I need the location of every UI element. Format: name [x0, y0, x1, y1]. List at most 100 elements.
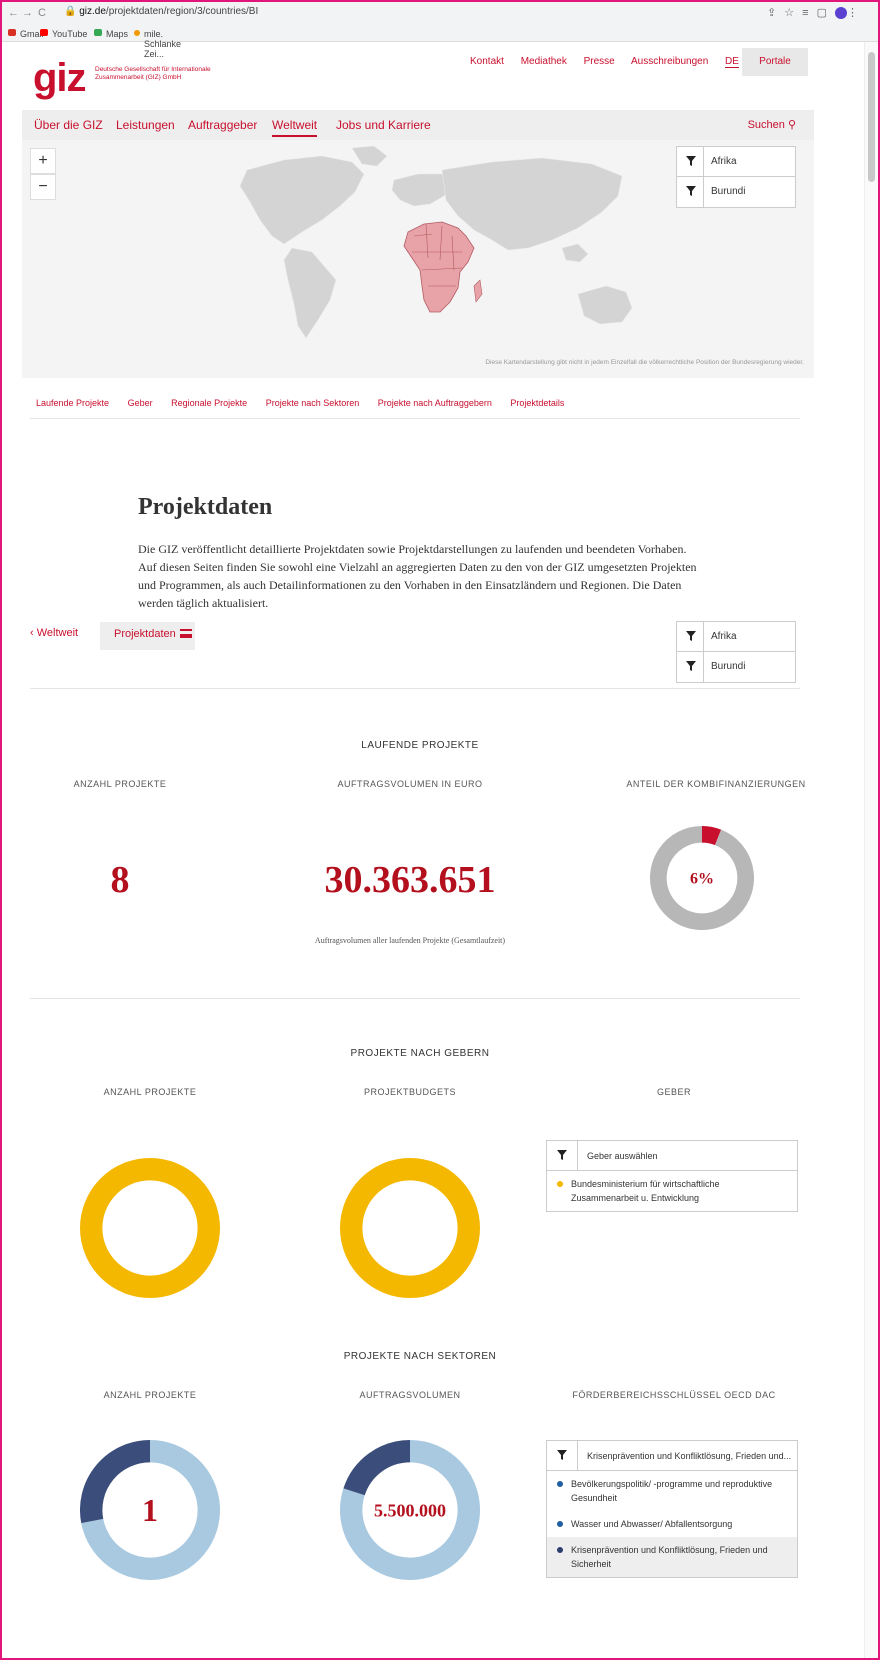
geber-anzahl-donut-segment[interactable]: [80, 1158, 220, 1298]
zoom-out-button[interactable]: −: [30, 174, 56, 200]
subnav-projektdetails[interactable]: Projektdetails: [510, 398, 564, 408]
page-title: Projektdaten: [138, 494, 273, 520]
bookmark-gmail[interactable]: Gmail: [8, 27, 44, 39]
sektor-legend-item[interactable]: Wasser und Abwasser/ Abfallentsorgung: [547, 1511, 797, 1537]
indonesia-shape: [561, 243, 589, 263]
projekte-nach-sektoren-heading: PROJEKTE NACH SEKTOREN: [343, 1351, 497, 1362]
bookmark-youtube[interactable]: YouTube: [40, 27, 87, 39]
reload-icon[interactable]: C: [38, 7, 46, 19]
subnav-laufende-projekte[interactable]: Laufende Projekte: [36, 398, 109, 408]
geber-anzahl-donut: [80, 1158, 220, 1298]
geber-select-dropdown[interactable]: Geber auswählen: [547, 1141, 797, 1171]
australia-shape: [577, 285, 633, 325]
kombi-donut-label: 6%: [690, 871, 714, 888]
bookmark-maps[interactable]: Maps: [94, 27, 128, 39]
portale-button[interactable]: Portale: [742, 48, 808, 76]
section-subnav: Laufende Projekte Geber Regionale Projek…: [36, 398, 580, 408]
oecd-dac-heading: FÖRDERBEREICHSSCHLÜSSEL OECD DAC: [572, 1390, 776, 1400]
sektoren-anzahl-heading: ANZAHL PROJEKTE: [103, 1390, 197, 1400]
search-label: Suchen: [747, 119, 785, 131]
auftragsvolumen-caption: Auftragsvolumen aller laufenden Projekte…: [314, 936, 506, 945]
link-mediathek[interactable]: Mediathek: [521, 56, 567, 67]
sektor-legend-label: Bevölkerungspolitik/ -programme und repr…: [571, 1479, 773, 1503]
geber-budget-donut: [340, 1158, 480, 1298]
sidepanel-icon[interactable]: ▢: [817, 7, 835, 19]
link-ausschreibungen[interactable]: Ausschreibungen: [631, 56, 708, 67]
madagascar-shape[interactable]: [473, 279, 483, 303]
sektor-legend-label: Krisenprävention und Konfliktlösung, Fri…: [571, 1545, 768, 1569]
north-america-shape: [239, 155, 365, 245]
page-scrollbar[interactable]: [864, 42, 878, 1658]
sektor-select-dropdown[interactable]: Krisenprävention und Konfliktlösung, Fri…: [547, 1441, 797, 1471]
sektor-legend-item-selected[interactable]: Krisenprävention und Konfliktlösung, Fri…: [547, 1537, 797, 1577]
page-region-filter-label: Afrika: [711, 631, 737, 642]
link-presse[interactable]: Presse: [584, 56, 615, 67]
filter-icon: [557, 1450, 567, 1460]
giz-logo[interactable]: giz Deutsche Gesellschaft für Internatio…: [33, 56, 211, 100]
nav-jobs-und-karriere[interactable]: Jobs und Karriere: [336, 118, 431, 132]
intro-text: Die GIZ veröffentlicht detaillierte Proj…: [138, 542, 697, 610]
country-filter[interactable]: Burundi: [677, 177, 795, 207]
bookmark-label: YouTube: [52, 29, 88, 39]
star-icon[interactable]: ☆: [784, 7, 802, 19]
filter-icon: [686, 661, 696, 671]
sektor-select-box: Krisenprävention und Konfliktlösung, Fri…: [546, 1440, 798, 1578]
sektor-legend-item[interactable]: Bevölkerungspolitik/ -programme und repr…: [547, 1471, 797, 1511]
url-path: /projektdaten/region/3/countries/BI: [105, 6, 259, 17]
zoom-in-button[interactable]: +: [30, 148, 56, 174]
bookmark-mile[interactable]: mile. Schlanke Zei...: [134, 27, 181, 59]
bookmark-label: mile. Schlanke Zei...: [144, 29, 182, 59]
page-country-filter[interactable]: Burundi: [677, 652, 795, 682]
kombi-donut-segment[interactable]: [701, 826, 722, 846]
region-filter[interactable]: Afrika: [677, 147, 795, 177]
region-filter-label: Afrika: [711, 156, 737, 167]
south-america-shape: [283, 247, 337, 339]
scrollbar-thumb[interactable]: [868, 52, 875, 182]
forward-arrow-icon[interactable]: →: [22, 7, 33, 19]
share-icon[interactable]: ⇪: [767, 7, 784, 19]
geber-budget-donut-segment[interactable]: [340, 1158, 480, 1298]
browser-toolbar: ← → C 🔒 giz.de/projektdaten/region/3/cou…: [0, 0, 880, 59]
geber-legend-item[interactable]: Bundesministerium für wirtschaftliche Zu…: [547, 1171, 797, 1211]
subnav-projekte-nach-sektoren[interactable]: Projekte nach Sektoren: [266, 398, 360, 408]
profile-avatar[interactable]: [835, 7, 847, 20]
menu-icon[interactable]: ⋮: [847, 7, 866, 19]
country-filter-label: Burundi: [711, 186, 746, 197]
subnav-regionale-projekte[interactable]: Regionale Projekte: [171, 398, 247, 408]
nav-weltweit[interactable]: Weltweit: [272, 118, 318, 137]
projektdaten-menu-button[interactable]: Projektdaten: [100, 622, 195, 650]
page-region-filter[interactable]: Afrika: [677, 622, 795, 652]
sektor-legend-label: Wasser und Abwasser/ Abfallentsorgung: [571, 1519, 733, 1529]
nav-auftraggeber[interactable]: Auftraggeber: [188, 118, 257, 132]
browser-actions: ⇪☆≡▢ ⋮: [767, 6, 866, 20]
link-kontakt[interactable]: Kontakt: [470, 56, 504, 67]
subnav-geber[interactable]: Geber: [128, 398, 153, 408]
back-to-weltweit-link[interactable]: ‹ Weltweit: [30, 627, 78, 639]
back-arrow-icon[interactable]: ←: [8, 7, 19, 19]
map-filter-box: Afrika Burundi: [676, 146, 796, 208]
world-map[interactable]: + − Afrika Burundi Diese Kartendarstellu…: [22, 140, 814, 378]
legend-dot-icon: [557, 1181, 563, 1187]
filter-icon: [686, 156, 696, 166]
sektoren-anzahl-donut: 1: [80, 1440, 220, 1580]
africa-highlight-shape[interactable]: [403, 221, 475, 313]
kombifinanzierungen-heading: ANTEIL DER KOMBIFINANZIERUNGEN: [626, 779, 806, 789]
lang-de-link[interactable]: DE: [725, 56, 739, 68]
subnav-projekte-nach-auftraggebern[interactable]: Projekte nach Auftraggebern: [378, 398, 492, 408]
nav-ueber-die-giz[interactable]: Über die GIZ: [34, 118, 103, 132]
logo-mark: giz: [33, 56, 87, 100]
page-filter-box: Afrika Burundi: [676, 621, 796, 683]
divider: [30, 418, 800, 419]
address-bar[interactable]: 🔒 giz.de/projektdaten/region/3/countries…: [64, 6, 258, 17]
sektoren-volumen-donut-label: 5.500.000: [374, 1500, 446, 1520]
url-host: giz.de: [79, 6, 106, 17]
bookmarks-bar: Gmail YouTube Maps mile. Schlanke Zei...: [0, 25, 880, 59]
hamburger-menu-icon: [179, 629, 192, 638]
search-button[interactable]: Suchen ⚲: [748, 118, 796, 131]
divider: [30, 998, 800, 999]
extensions-icon[interactable]: ≡: [802, 7, 816, 19]
sektoren-volumen-donut-segment[interactable]: [343, 1440, 411, 1496]
nav-leistungen[interactable]: Leistungen: [116, 118, 175, 132]
legend-dot-icon: [557, 1547, 563, 1553]
sektor-select-label: Krisenprävention und Konfliktlösung, Fri…: [587, 1451, 792, 1461]
